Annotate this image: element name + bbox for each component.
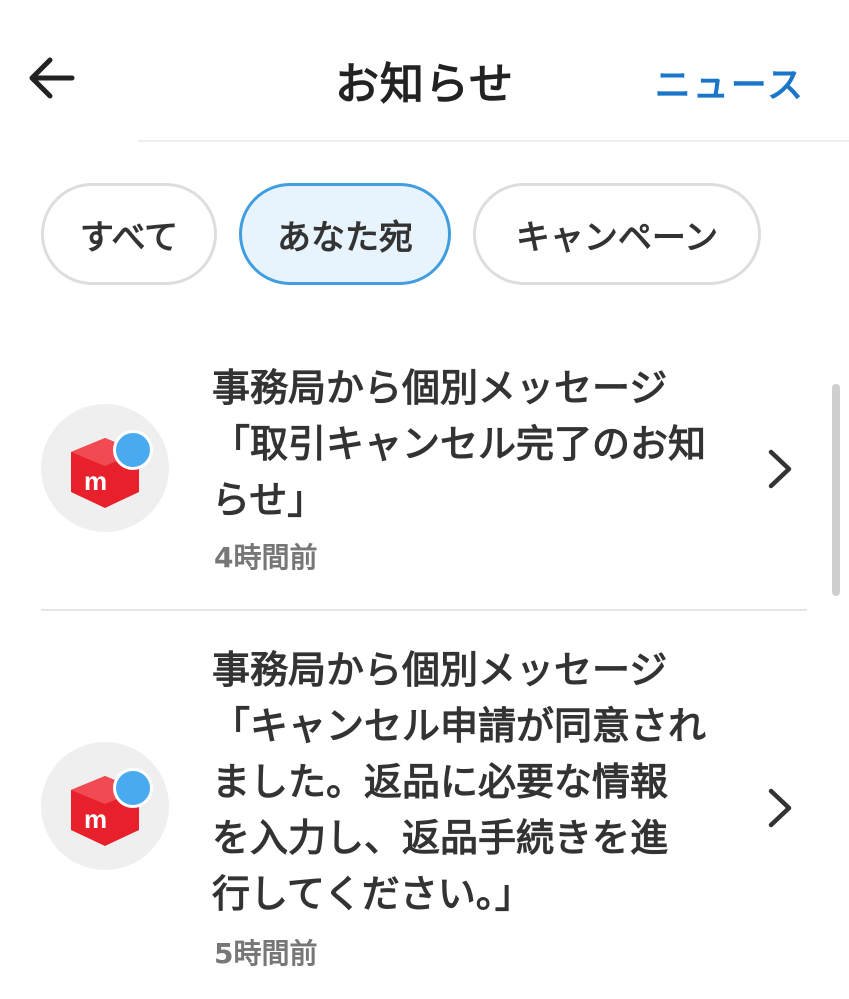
notification-message: 事務局から個別メッセージ 「キャンセル申請が同意され ました。返品に必要な情報 … [212, 642, 712, 922]
tab-all[interactable]: すべて [41, 183, 217, 285]
svg-text:m: m [84, 466, 107, 496]
tab-campaign[interactable]: キャンペーン [473, 183, 761, 285]
filter-tabs: すべて あなた宛 キャンペーン [41, 183, 761, 285]
message-line: ました。返品に必要な情報 [212, 760, 669, 804]
chevron-right-icon [768, 788, 792, 828]
message-line: 行してください。」 [212, 872, 533, 916]
header-divider [138, 140, 849, 142]
notifications-screen: お知らせ ニュース すべて あなた宛 キャンペーン m 事務局から個別メッセージ… [0, 0, 849, 999]
scrollbar[interactable] [832, 384, 840, 596]
message-line: 事務局から個別メッセージ [212, 648, 668, 692]
message-line: を入力し、返品手続きを進 [212, 816, 669, 860]
chevron-right-icon [768, 449, 792, 489]
notification-item[interactable]: m 事務局から個別メッセージ 「取引キャンセル完了のお知 らせ」 4時間前 [0, 350, 849, 610]
notification-time: 4時間前 [214, 541, 318, 574]
notification-item[interactable]: m 事務局から個別メッセージ 「キャンセル申請が同意され ました。返品に必要な情… [0, 612, 849, 999]
avatar: m [41, 404, 169, 532]
unread-dot [113, 430, 153, 470]
message-line: らせ」 [212, 478, 326, 522]
notification-time: 5時間前 [214, 937, 318, 970]
message-line: 事務局から個別メッセージ [212, 366, 668, 410]
unread-dot [113, 768, 153, 808]
message-line: 「キャンセル申請が同意され [212, 704, 707, 748]
svg-text:m: m [84, 804, 107, 834]
notification-message: 事務局から個別メッセージ 「取引キャンセル完了のお知 らせ」 [212, 360, 712, 528]
news-link[interactable]: ニュース [655, 56, 805, 108]
avatar: m [41, 742, 169, 870]
header: お知らせ ニュース [0, 0, 849, 142]
tab-for-you[interactable]: あなた宛 [239, 183, 451, 285]
message-line: 「取引キャンセル完了のお知 [212, 422, 707, 466]
list-divider [41, 609, 807, 611]
